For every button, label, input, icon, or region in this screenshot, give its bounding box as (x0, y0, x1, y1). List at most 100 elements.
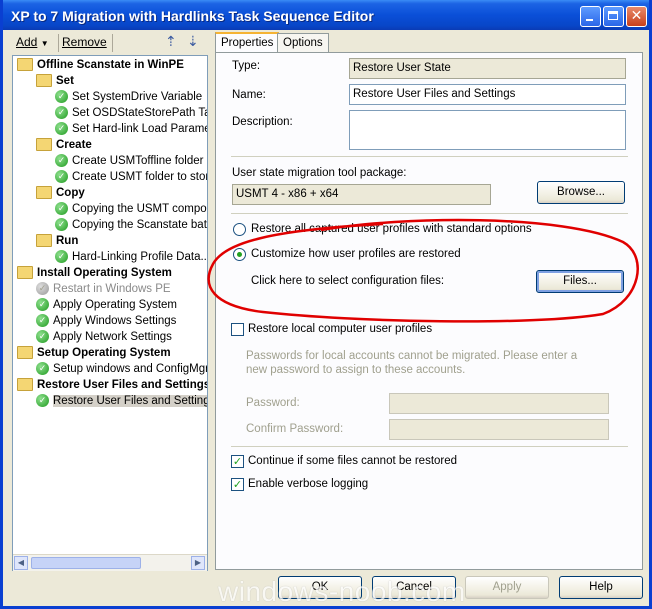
radio-customize[interactable] (233, 248, 246, 261)
checkmark-icon: ✓ (55, 218, 68, 232)
name-field[interactable]: Restore User Files and Settings (349, 84, 626, 105)
checkmark-icon: ✓ (36, 362, 49, 376)
tree-group[interactable]: Restore User Files and Settings (17, 377, 208, 393)
tree-group[interactable]: Offline Scanstate in WinPE (17, 57, 184, 73)
checkmark-icon: ✓ (55, 202, 68, 216)
checkmark-icon: ✓ (36, 314, 49, 328)
section-divider (231, 446, 628, 447)
restore-local-checkbox[interactable] (231, 323, 244, 336)
window-title: XP to 7 Migration with Hardlinks Task Se… (11, 8, 374, 24)
tree-step[interactable]: ✓ Copying the Scanstate batc (55, 217, 208, 233)
continue-checkbox[interactable]: ✓ (231, 455, 244, 468)
toolbar-divider (58, 34, 59, 52)
tree-step[interactable]: ✓ Create USMT folder to stor (55, 169, 207, 185)
tree-item-label: Set (56, 75, 74, 87)
folder-icon (36, 138, 52, 152)
verbose-label[interactable]: Enable verbose logging (248, 478, 368, 490)
tree-step[interactable]: ✓ Set SystemDrive Variable (55, 89, 202, 105)
verbose-checkbox[interactable]: ✓ (231, 478, 244, 491)
tree-toolbar: Add ▼ Remove ⇡ ⇣ (11, 32, 209, 54)
folder-icon (17, 346, 33, 360)
tree-group[interactable]: Create (36, 137, 92, 153)
tree-step[interactable]: ✓ Restore User Files and Settings (36, 393, 207, 409)
maximize-icon[interactable] (603, 6, 624, 27)
help-button[interactable]: Help (559, 576, 643, 599)
checkmark-icon: ✓ (55, 106, 68, 120)
checkmark-icon: ✓ (55, 90, 68, 104)
tab-options[interactable]: Options (277, 33, 329, 52)
tree-group[interactable]: Set (36, 73, 74, 89)
confirm-password-field (389, 419, 609, 440)
add-menu-button[interactable]: Add ▼ (16, 35, 49, 49)
move-up-icon[interactable]: ⇡ (165, 33, 177, 50)
tree-step[interactable]: ✓ Apply Network Settings (36, 329, 172, 345)
checkmark-icon: ✓ (36, 330, 49, 344)
radio-restore-all-label[interactable]: Restore all captured user profiles with … (251, 223, 532, 235)
minimize-icon[interactable] (580, 6, 601, 27)
close-icon[interactable]: ✕ (626, 6, 647, 27)
tree-item-label: Apply Operating System (53, 299, 178, 311)
tree-item-label: Apply Windows Settings (53, 315, 177, 327)
password-note: Passwords for local accounts cannot be m… (246, 350, 578, 376)
tree-step[interactable]: ✓ Restart in Windows PE (36, 281, 171, 297)
description-field[interactable] (349, 110, 626, 150)
tree-item-label: Run (56, 235, 79, 247)
radio-customize-label[interactable]: Customize how user profiles are restored (251, 248, 461, 260)
password-field (389, 393, 609, 414)
scrollbar-thumb[interactable] (31, 557, 141, 569)
section-divider (231, 156, 628, 157)
checkmark-icon: ✓ (55, 170, 68, 184)
move-down-icon[interactable]: ⇣ (187, 33, 199, 50)
config-files-label: Click here to select configuration files… (251, 275, 445, 287)
tree-item-label: Create USMToffline folder (72, 155, 204, 167)
scroll-right-icon[interactable]: ▶ (191, 556, 205, 570)
tree-step[interactable]: ✓ Apply Operating System (36, 297, 177, 313)
tree-item-label: Restart in Windows PE (53, 283, 171, 295)
tree-group[interactable]: Run (36, 233, 78, 249)
tree-item-label: Copying the Scanstate batc (72, 219, 208, 231)
radio-restore-all[interactable] (233, 223, 246, 236)
continue-label[interactable]: Continue if some files cannot be restore… (248, 455, 457, 467)
tree-group[interactable]: Copy (36, 185, 85, 201)
apply-button[interactable]: Apply (465, 576, 549, 599)
files-button[interactable]: Files... (536, 270, 624, 293)
checkmark-icon: ✓ (232, 478, 243, 491)
watermark: windows-noob.com (218, 576, 466, 607)
type-field: Restore User State (349, 58, 626, 79)
tree-step[interactable]: ✓ Set OSDStateStorePath Ta (55, 105, 207, 121)
tree-item-label: Restore User Files and Settings (37, 379, 208, 391)
tab-properties[interactable]: Properties (215, 32, 280, 53)
tree-group[interactable]: Setup Operating System (17, 345, 171, 361)
tree-step[interactable]: ✓ Set Hard-link Load Paramet (55, 121, 207, 137)
scroll-left-icon[interactable]: ◀ (14, 556, 28, 570)
tree-step[interactable]: ✓ Copying the USMT compone (55, 201, 207, 217)
tree-step[interactable]: ✓ Apply Windows Settings (36, 313, 176, 329)
tree-item-label: Setup windows and ConfigMgr (53, 363, 208, 375)
tree-group[interactable]: Install Operating System (17, 265, 172, 281)
package-label: User state migration tool package: (232, 167, 407, 179)
description-label: Description: (232, 116, 293, 128)
chevron-down-icon: ▼ (40, 39, 49, 48)
browse-button[interactable]: Browse... (537, 181, 625, 204)
tree-step[interactable]: ✓ Hard-Linking Profile Data... (55, 249, 208, 265)
checkmark-icon: ✓ (36, 282, 49, 296)
section-divider (231, 213, 628, 214)
checkmark-icon: ✓ (55, 250, 68, 264)
tree-step[interactable]: ✓ Setup windows and ConfigMgr (36, 361, 208, 377)
tree-item-label: Hard-Linking Profile Data... (72, 251, 208, 263)
tree-item-label: Install Operating System (37, 267, 172, 279)
tree-item-label: Restore User Files and Settings (53, 395, 207, 407)
tree-item-label: Apply Network Settings (53, 331, 172, 343)
restore-local-label[interactable]: Restore local computer user profiles (248, 323, 432, 335)
remove-button[interactable]: Remove (62, 35, 107, 49)
title-bar[interactable]: XP to 7 Migration with Hardlinks Task Se… (3, 0, 649, 30)
tree-horizontal-scrollbar[interactable]: ◀ ▶ (13, 554, 207, 571)
package-field: USMT 4 - x86 + x64 (232, 184, 491, 205)
checkmark-icon: ✓ (232, 455, 243, 468)
tree-item-label: Setup Operating System (37, 347, 171, 359)
folder-icon (36, 234, 52, 248)
tree-step[interactable]: ✓ Create USMToffline folder (55, 153, 203, 169)
tree-item-label: Copy (56, 187, 85, 199)
folder-icon (36, 74, 52, 88)
confirm-password-label: Confirm Password: (246, 423, 344, 435)
